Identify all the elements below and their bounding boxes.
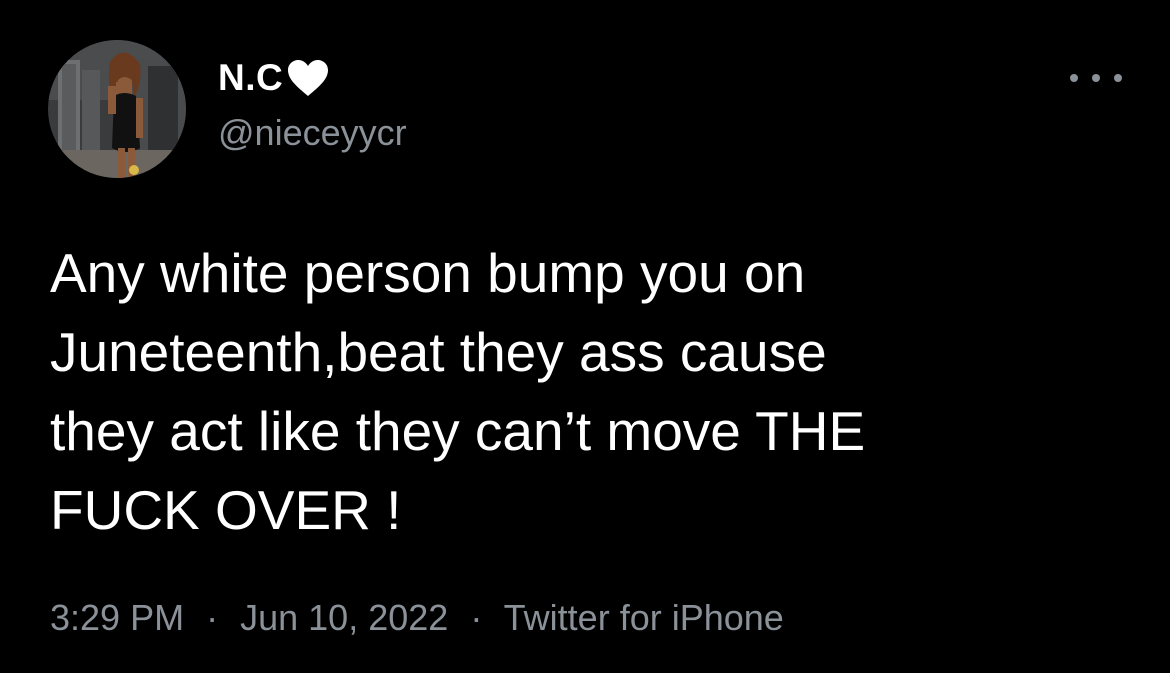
tweet-source[interactable]: Twitter for iPhone [504,597,784,638]
user-handle[interactable]: @nieceyycr [218,112,407,154]
profile-photo-icon [48,40,186,178]
white-heart-icon [286,58,330,98]
tweet-text: Any white person bump you on Juneteenth,… [50,242,866,541]
tweet-card: N.C @nieceyycr Any white person bump you… [0,0,1170,673]
meta-separator: · [470,597,483,638]
tweet-date[interactable]: Jun 10, 2022 [240,597,448,638]
more-options-button[interactable] [1070,58,1122,98]
display-name[interactable]: N.C [218,57,283,99]
more-options-icon [1114,74,1122,82]
tweet-meta: 3:29 PM · Jun 10, 2022 · Twitter for iPh… [50,597,784,639]
more-options-icon [1092,74,1100,82]
display-name-row[interactable]: N.C [218,56,330,100]
tweet-time[interactable]: 3:29 PM [50,597,184,638]
meta-separator: · [206,597,219,638]
avatar[interactable] [48,40,186,178]
more-options-icon [1070,74,1078,82]
